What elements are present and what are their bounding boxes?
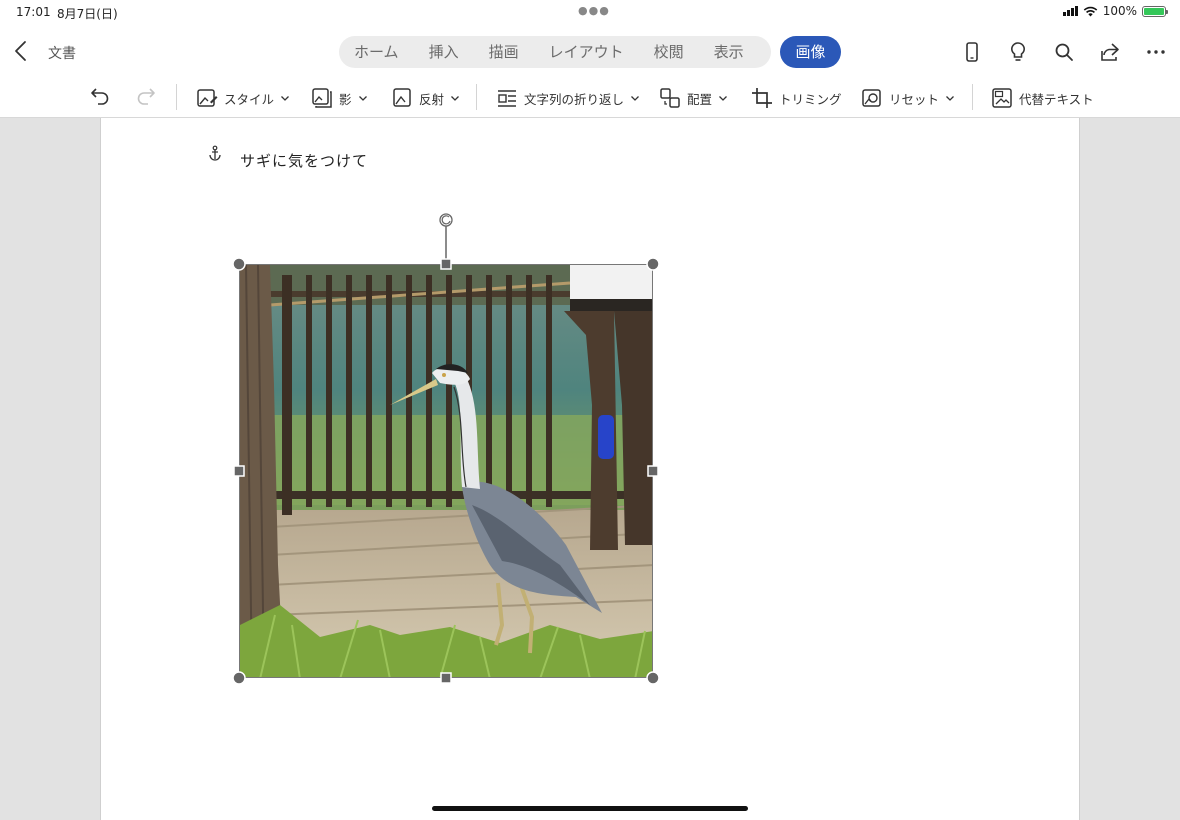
reflection-button[interactable]: 反射 — [391, 84, 460, 112]
chevron-down-icon — [719, 96, 727, 101]
back-chevron-icon[interactable] — [12, 39, 30, 63]
reset-button[interactable]: リセット — [861, 84, 955, 112]
wifi-icon — [1083, 6, 1097, 16]
crop-icon — [752, 88, 772, 108]
reset-label: リセット — [889, 91, 940, 107]
battery-percent: 100% — [1102, 4, 1137, 18]
reset-picture-icon — [862, 89, 881, 107]
tab-view[interactable]: 表示 — [699, 36, 759, 68]
alt-text-button[interactable]: 代替テキスト — [991, 84, 1094, 112]
wrap-text-label: 文字列の折り返し — [524, 91, 625, 107]
shadow-button[interactable]: 影 — [311, 84, 368, 112]
toolbar-divider — [176, 84, 177, 110]
arrange-label: 配置 — [687, 91, 713, 107]
reflection-label: 反射 — [419, 91, 445, 107]
home-indicator[interactable] — [432, 806, 748, 811]
arrange-button[interactable]: 配置 — [659, 84, 728, 112]
chevron-down-icon — [358, 96, 367, 101]
crop-label: トリミング — [779, 91, 842, 107]
anchor-icon — [209, 145, 221, 161]
toolbar-divider — [972, 84, 973, 110]
document-title[interactable]: 文書 — [48, 43, 76, 63]
chevron-down-icon — [946, 96, 954, 101]
tab-layout[interactable]: レイアウト — [534, 36, 639, 68]
undo-icon[interactable] — [88, 84, 112, 108]
shadow-label: 影 — [339, 91, 352, 107]
status-bar: 17:01 8月7日(日) ●●● 100% — [0, 0, 1180, 24]
tab-draw[interactable]: 描画 — [474, 36, 534, 68]
alt-text-icon — [992, 88, 1012, 108]
chevron-down-icon — [281, 96, 289, 101]
document-paragraph[interactable]: サギに気をつけて — [240, 150, 368, 171]
arrange-icon — [660, 88, 680, 108]
picture-reflection-icon — [393, 88, 411, 107]
toolbar-divider — [476, 84, 477, 110]
picture-ribbon: スタイル 影 反射 文字列の折り返し 配置 トリミング リセット 代替テキスト — [0, 78, 1180, 118]
tab-review[interactable]: 校閲 — [639, 36, 699, 68]
status-time: 17:01 — [16, 5, 51, 19]
picture-shadow-icon — [312, 88, 332, 108]
tab-home[interactable]: ホーム — [339, 36, 414, 68]
picture-style-icon — [197, 89, 218, 107]
share-icon[interactable] — [1098, 40, 1122, 64]
more-options-icon[interactable] — [1144, 40, 1168, 64]
inserted-picture[interactable] — [239, 264, 653, 678]
chevron-down-icon — [451, 96, 459, 101]
mobile-view-icon[interactable] — [960, 40, 984, 64]
style-label: スタイル — [224, 91, 275, 107]
battery-icon — [1142, 5, 1168, 17]
redo-icon[interactable] — [134, 84, 158, 108]
ribbon-tab-bar: ホーム 挿入 描画 レイアウト 校閲 表示 — [339, 36, 771, 68]
chevron-down-icon — [631, 96, 639, 101]
style-button[interactable]: スタイル — [196, 84, 290, 112]
lightbulb-icon[interactable] — [1006, 40, 1030, 64]
heron-photo — [240, 265, 652, 677]
status-date: 8月7日(日) — [57, 7, 118, 21]
wrap-text-button[interactable]: 文字列の折り返し — [496, 84, 640, 112]
app-header: 文書 ホーム 挿入 描画 レイアウト 校閲 表示 画像 — [0, 24, 1180, 78]
cellular-signal-icon — [1062, 6, 1078, 16]
crop-button[interactable]: トリミング — [751, 84, 842, 112]
alt-text-label: 代替テキスト — [1019, 91, 1094, 107]
multitasking-dots[interactable]: ●●● — [578, 4, 610, 17]
wrap-text-icon — [498, 90, 516, 107]
search-icon[interactable] — [1052, 40, 1076, 64]
tab-picture[interactable]: 画像 — [780, 36, 841, 68]
tab-insert[interactable]: 挿入 — [414, 36, 474, 68]
